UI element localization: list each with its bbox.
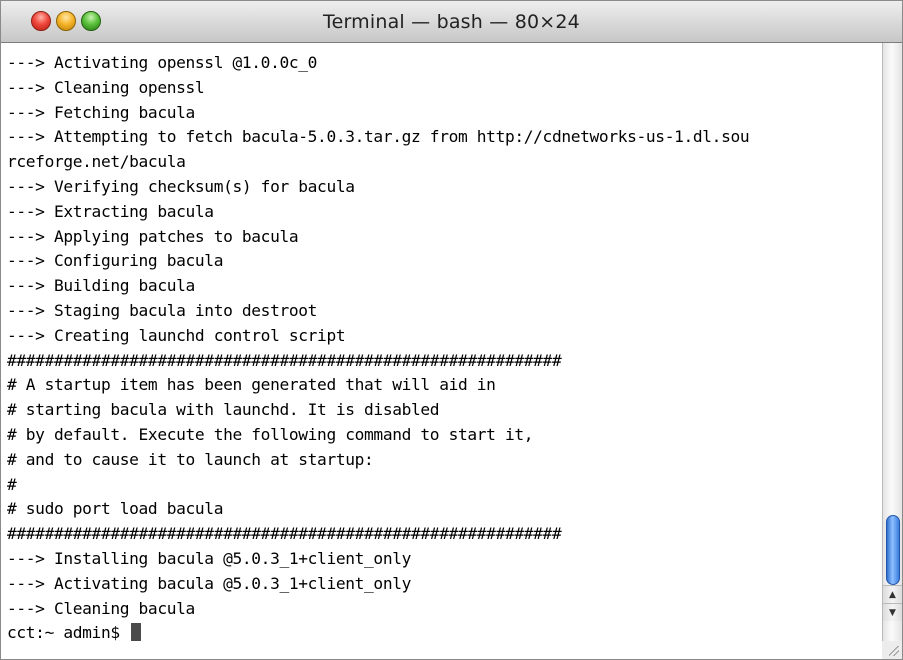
terminal-line: ---> Attempting to fetch bacula-5.0.3.ta… (7, 127, 750, 147)
terminal-window: Terminal — bash — 80×24 ---> Activating … (0, 0, 903, 660)
scroll-thumb[interactable] (886, 515, 900, 585)
terminal-line: ---> Cleaning bacula (7, 598, 195, 618)
terminal-line: ---> Configuring bacula (7, 251, 224, 271)
vertical-scrollbar[interactable]: ▲ ▼ (882, 43, 902, 659)
resize-grip-icon[interactable] (882, 641, 902, 659)
shell-prompt: cct:~ admin$ (7, 623, 130, 643)
terminal-line: ---> Creating launchd control script (7, 325, 346, 345)
text-cursor (131, 623, 142, 642)
terminal-line: # and to cause it to launch at startup: (7, 449, 374, 469)
arrow-down-icon[interactable]: ▼ (883, 603, 902, 621)
terminal-line: # starting bacula with launchd. It is di… (7, 400, 440, 420)
terminal-line: # by default. Execute the following comm… (7, 424, 534, 444)
terminal-line: # (7, 474, 17, 494)
terminal-line: ---> Fetching bacula (7, 102, 195, 122)
terminal-line: ########################################… (7, 350, 562, 370)
terminal-line: # sudo port load bacula (7, 499, 224, 519)
arrow-up-icon[interactable]: ▲ (883, 585, 902, 603)
terminal-line: ---> Extracting bacula (7, 201, 214, 221)
prompt-line[interactable]: cct:~ admin$ (7, 621, 881, 646)
terminal-line: ---> Applying patches to bacula (7, 226, 299, 246)
title-bar[interactable]: Terminal — bash — 80×24 (1, 1, 902, 43)
window-title: Terminal — bash — 80×24 (323, 11, 580, 33)
terminal-line: ---> Activating openssl @1.0.0c_0 (7, 53, 318, 72)
terminal-line: # A startup item has been generated that… (7, 375, 496, 395)
terminal-line: ---> Installing bacula @5.0.3_1+client_o… (7, 548, 412, 568)
terminal-output[interactable]: ---> Activating openssl @1.0.0c_0 ---> C… (1, 43, 881, 659)
terminal-line: ---> Verifying checksum(s) for bacula (7, 176, 355, 196)
terminal-line: ########################################… (7, 524, 562, 544)
terminal-line: rceforge.net/bacula (7, 152, 186, 172)
terminal-line: ---> Cleaning openssl (7, 77, 205, 97)
terminal-line: ---> Activating bacula @5.0.3_1+client_o… (7, 573, 412, 593)
terminal-line: ---> Building bacula (7, 276, 195, 296)
terminal-line: ---> Staging bacula into destroot (7, 300, 318, 320)
